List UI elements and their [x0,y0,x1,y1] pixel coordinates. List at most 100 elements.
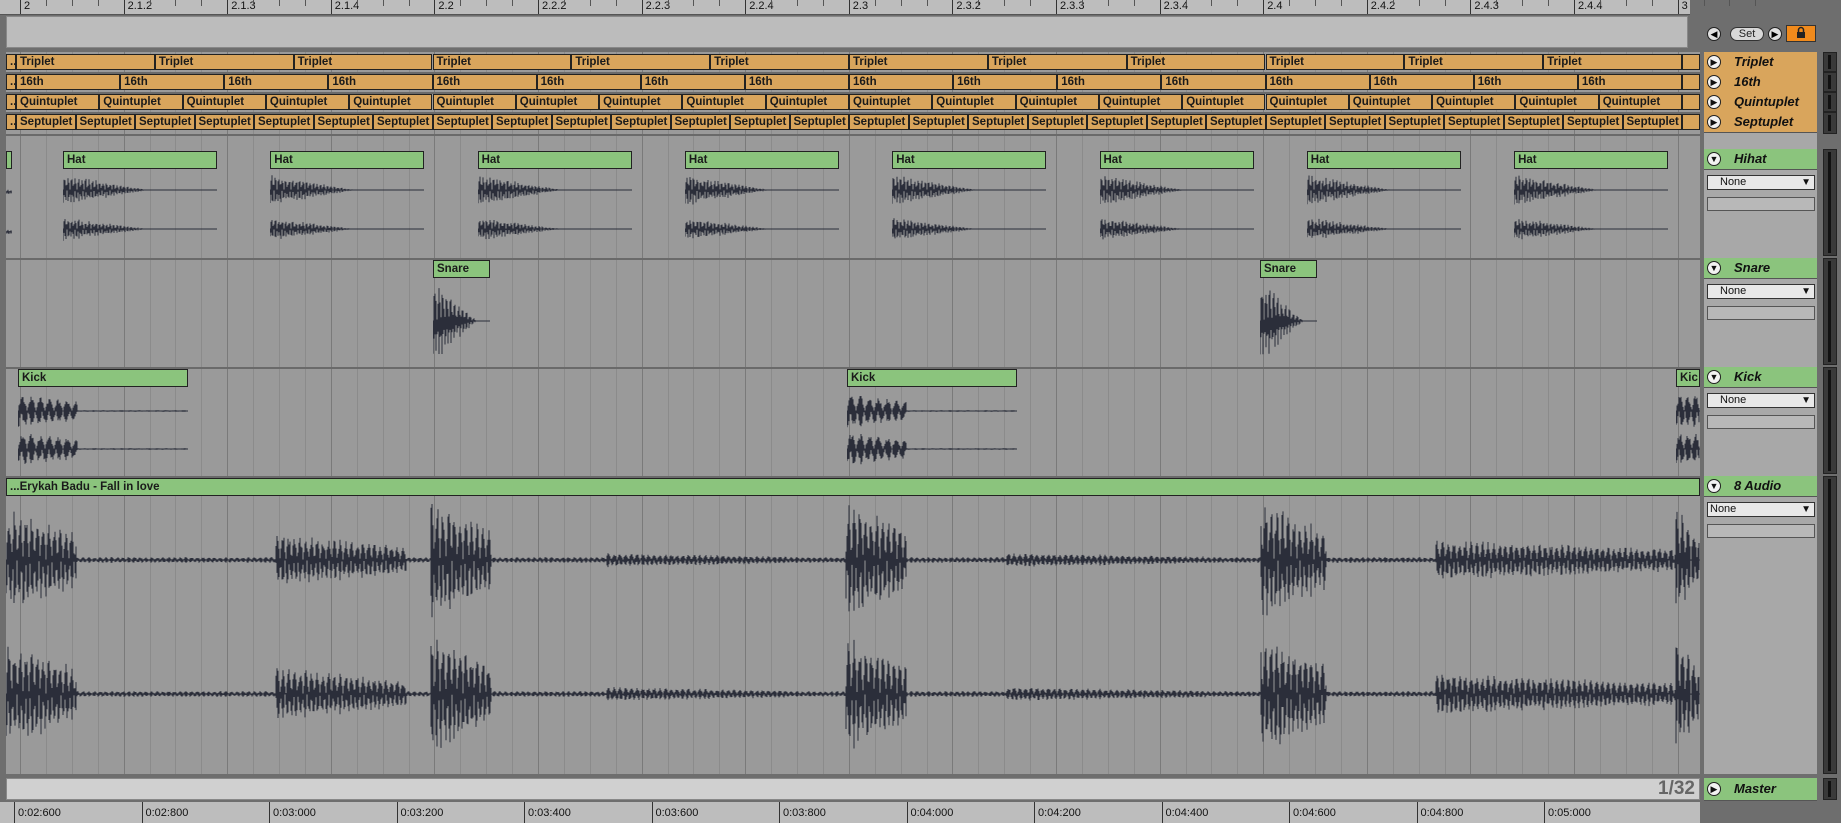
set-locator-button[interactable]: Set [1730,27,1764,41]
input-channel-slot[interactable] [1707,415,1815,429]
clip[interactable]: Septuplet [194,114,254,130]
clip[interactable]: Septuplet [789,114,849,130]
clip[interactable]: Snare [433,260,490,278]
clip[interactable]: Quintuplet [349,94,433,110]
clip[interactable]: Septuplet [1503,114,1563,130]
triangle-down-icon[interactable]: ▼ [1707,261,1721,275]
clip[interactable]: Septuplet [908,114,968,130]
time-ruler[interactable]: 0:02:600 0:02:800 0:03:000 0:03:200 0:03:400… [0,802,1700,823]
lock-button[interactable] [1786,25,1816,42]
clip[interactable] [1682,114,1700,130]
clip[interactable]: Quintuplet [765,94,849,110]
clip[interactable]: Septuplet [730,114,790,130]
clip[interactable]: Triplet [1404,54,1544,70]
track-header-kick[interactable]: ▼ Kick None ▼ [1704,367,1817,476]
clip[interactable]: Quintuplet [682,94,766,110]
clip[interactable]: Septuplet [551,114,611,130]
clip[interactable]: Hat [1514,151,1669,169]
track-header-snare[interactable]: ▼ Snare None ▼ [1704,258,1817,367]
beat-ruler[interactable]: 2 2.1.2 2.1.3 2.1.4 2.2 2.2.2 2.2.3 2.2.4 2.3 2.3… [0,0,1757,15]
horizontal-scrollbar[interactable]: 1/32 [6,778,1700,800]
clip[interactable]: Septuplet [1087,114,1147,130]
clip[interactable]: 16th [849,74,954,90]
clip[interactable]: Quintuplet [932,94,1016,110]
clip[interactable]: 16th [744,74,849,90]
clip[interactable]: Triplet [710,54,849,70]
input-channel-slot[interactable] [1707,306,1815,320]
clip[interactable]: Triplet [1543,54,1682,70]
clip[interactable]: Septuplet [1444,114,1504,130]
clip[interactable]: 16th [953,74,1058,90]
clip[interactable]: Quintuplet [1265,94,1349,110]
clip[interactable]: Septuplet [670,114,730,130]
clip[interactable]: Triplet [1265,54,1405,70]
clip[interactable]: 16th [536,74,641,90]
clip[interactable] [1682,94,1700,110]
clip[interactable]: Triplet [293,54,433,70]
track-header-septuplet[interactable]: ▶ Septuplet [1704,112,1817,134]
clip[interactable]: Triplet [849,54,988,70]
clip[interactable]: Septuplet [611,114,671,130]
clip[interactable]: Triplet [571,54,711,70]
clip[interactable]: Quintuplet [849,94,933,110]
clip[interactable]: Quintuplet [1432,94,1516,110]
clip[interactable]: Snare [1260,260,1317,278]
triangle-right-icon[interactable]: ▶ [1707,75,1721,89]
clip[interactable]: 16th [1265,74,1370,90]
clip[interactable]: Quintuplet [1348,94,1433,110]
clip[interactable]: Septuplet [254,114,314,130]
clip[interactable]: Hat [1306,151,1461,169]
clip[interactable]: Quintuplet [16,94,100,110]
track-header-triplet[interactable]: ▶ Triplet [1704,52,1817,73]
clip[interactable]: Septuplet [1622,114,1682,130]
clip[interactable]: Kick [18,369,188,387]
clip[interactable]: 16th [328,74,433,90]
clip[interactable]: Hat [63,151,217,169]
clip[interactable]: Septuplet [135,114,195,130]
clip[interactable] [6,151,12,169]
clip[interactable]: Septuplet [16,114,76,130]
previous-locator-button[interactable]: ◀ [1707,27,1721,41]
clip[interactable]: Septuplet [1325,114,1385,130]
clip[interactable]: Septuplet [1206,114,1266,130]
track-header-quintuplet[interactable]: ▶ Quintuplet [1704,92,1817,113]
clip[interactable]: 16th [224,74,329,90]
clip[interactable]: Septuplet [1265,114,1325,130]
clip[interactable]: Hat [270,151,425,169]
next-locator-button[interactable]: ▶ [1768,27,1782,41]
input-channel-slot[interactable] [1707,197,1815,211]
clip[interactable]: Septuplet [432,114,492,130]
clip[interactable]: Quintuplet [432,94,516,110]
clip[interactable]: Triplet [16,54,155,70]
clip[interactable]: ... [6,74,16,90]
clip[interactable]: Septuplet [968,114,1028,130]
input-channel-slot[interactable] [1707,524,1815,538]
triangle-down-icon[interactable]: ▼ [1707,152,1721,166]
triangle-down-icon[interactable]: ▼ [1707,370,1721,384]
grid-quantization[interactable]: 1/32 [1658,779,1695,799]
input-select[interactable]: None ▼ [1707,175,1815,190]
clip[interactable]: Hat [477,151,632,169]
clip[interactable]: Septuplet [1384,114,1444,130]
clip[interactable]: ...Erykah Badu - Fall in love [6,478,1700,496]
arrangement-overview[interactable] [6,16,1688,48]
clip[interactable]: Hat [684,151,839,169]
clip[interactable]: Triplet [1126,54,1266,70]
clip[interactable]: Quintuplet [99,94,183,110]
clip[interactable]: ... [6,114,16,130]
triangle-right-icon[interactable]: ▶ [1707,95,1721,109]
clip[interactable]: Quintuplet [515,94,600,110]
clip[interactable]: 16th [640,74,745,90]
clip[interactable]: 16th [1577,74,1682,90]
clip[interactable]: Quintuplet [265,94,350,110]
clip[interactable]: Septuplet [1027,114,1087,130]
clip[interactable]: Hat [892,151,1047,169]
clip[interactable]: Triplet [154,54,294,70]
clip[interactable]: Triplet [987,54,1127,70]
clip[interactable]: Septuplet [1146,114,1206,130]
clip[interactable]: Kick [847,369,1017,387]
clip[interactable]: Quintuplet [599,94,683,110]
clip[interactable]: Hat [1099,151,1254,169]
track-header-master[interactable]: ▶ Master [1704,778,1817,801]
clip[interactable]: 16th [16,74,121,90]
